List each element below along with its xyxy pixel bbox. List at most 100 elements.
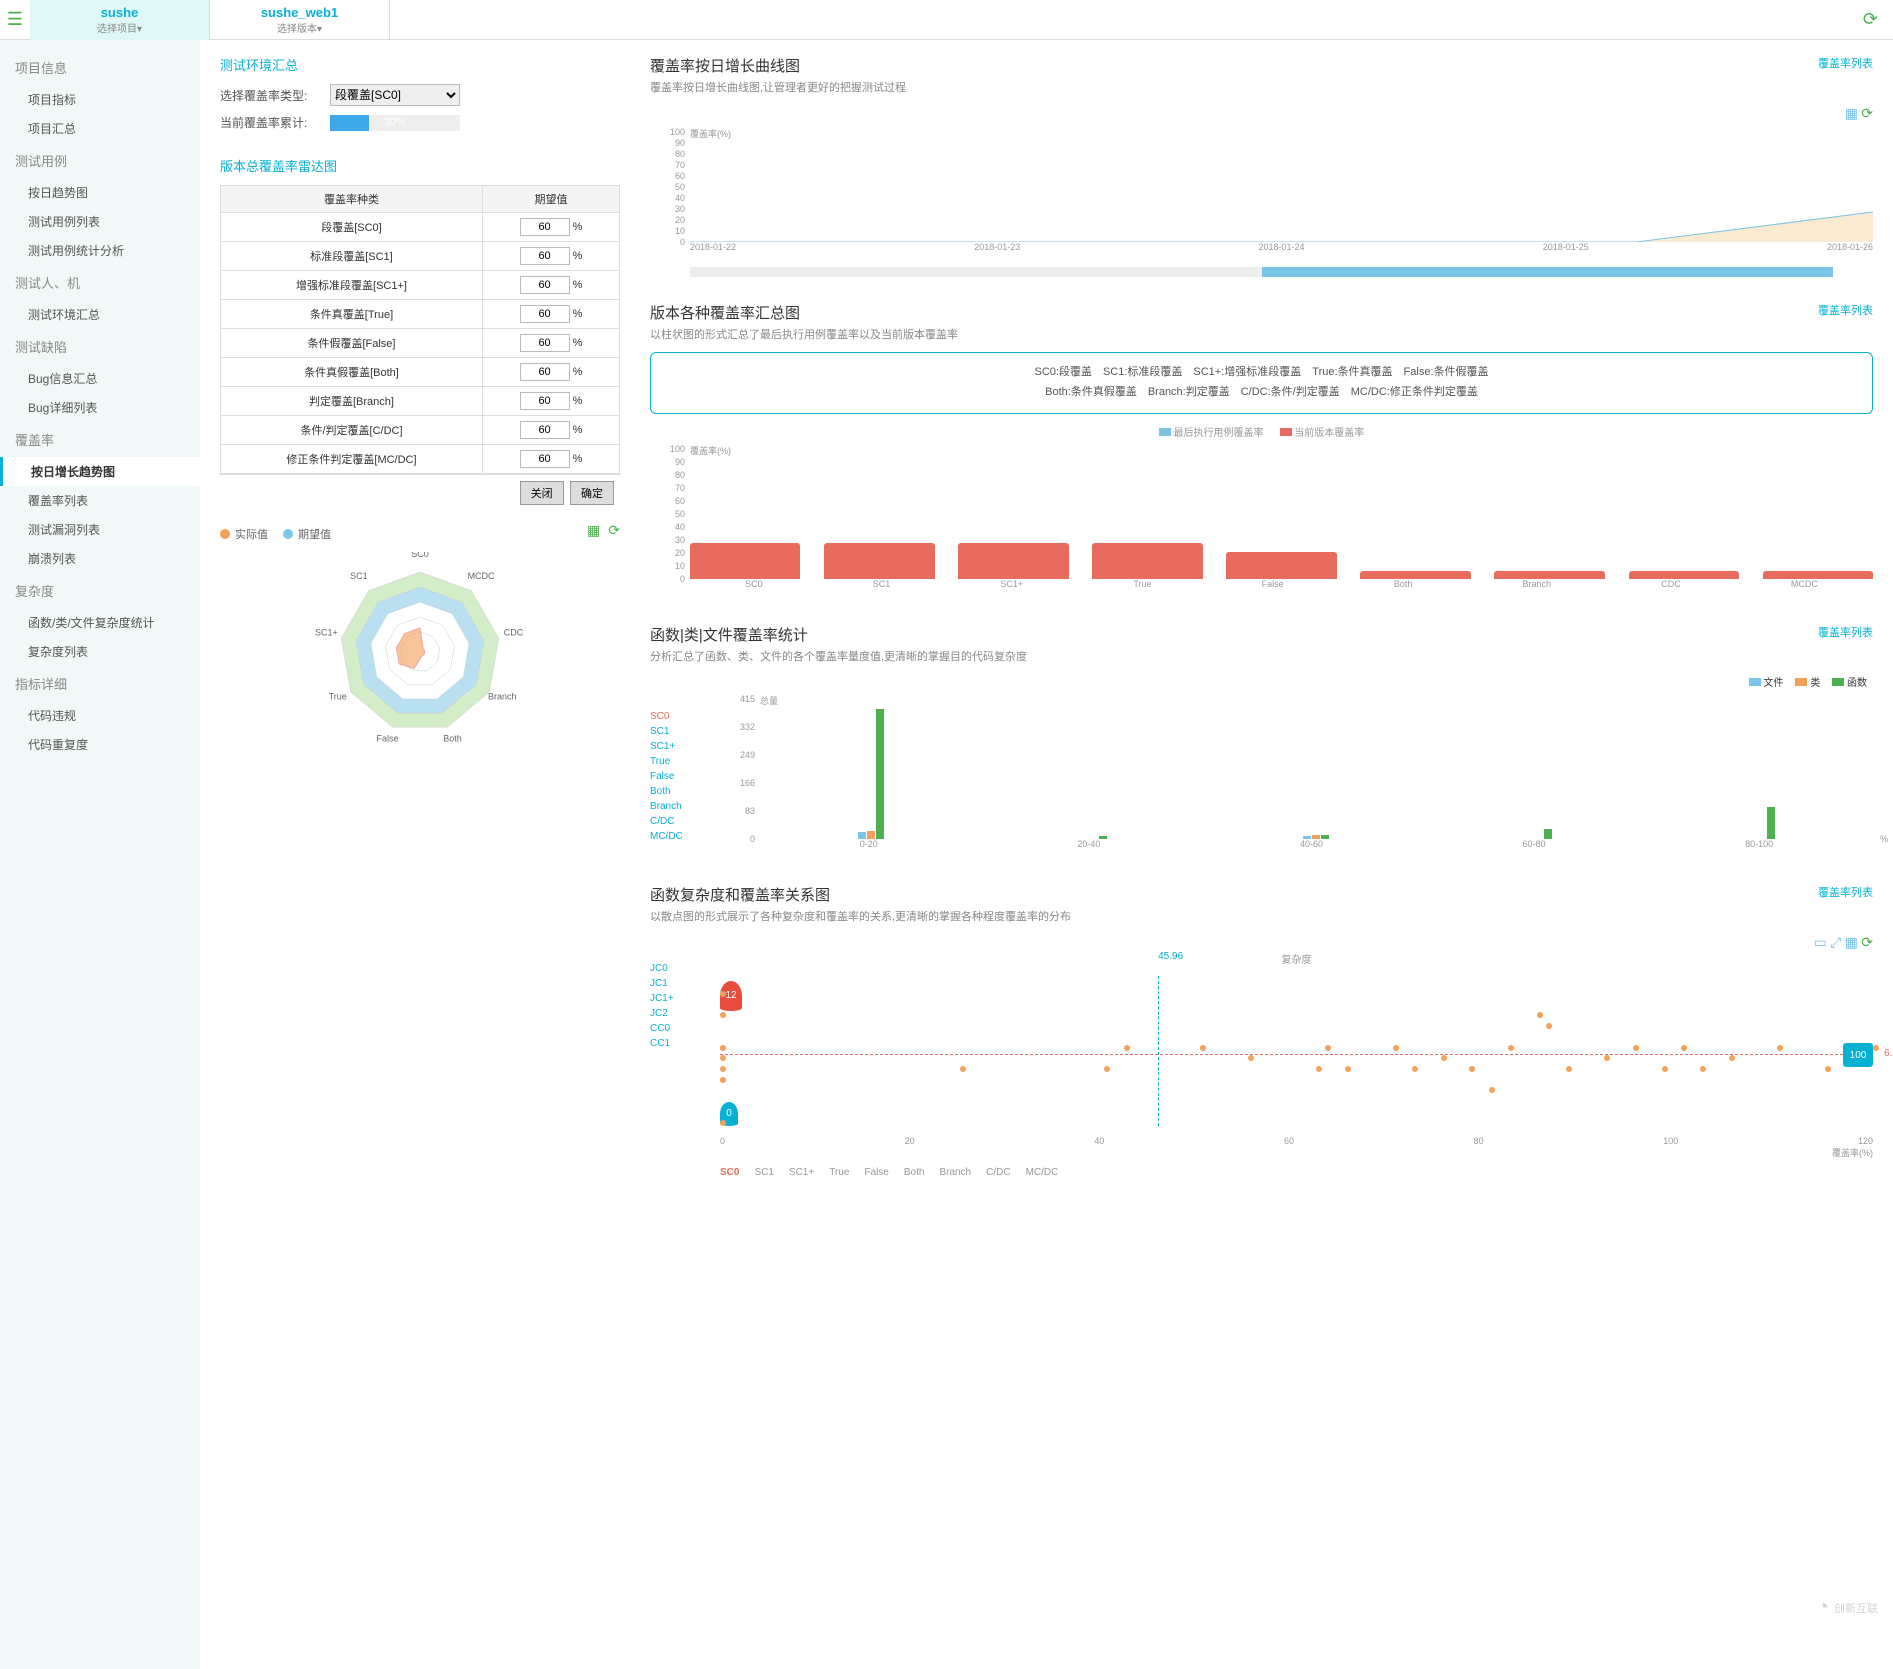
expect-input[interactable] [520, 450, 570, 468]
scatter-tab[interactable]: Both [904, 1167, 925, 1178]
scatter-tab[interactable]: False [864, 1167, 888, 1178]
scatter-point [1124, 1045, 1130, 1051]
scatter-point [1873, 1045, 1879, 1051]
nav-item[interactable]: Bug信息汇总 [0, 364, 200, 393]
histo-side-tabs: SC0SC1SC1+TrueFalseBothBranchC/DCMC/DC [650, 709, 683, 844]
side-tab[interactable]: SC1 [650, 724, 683, 739]
nav-item[interactable]: 代码违规 [0, 701, 200, 730]
side-tab[interactable]: SC0 [650, 709, 683, 724]
project-tab-2[interactable]: sushe_web1 选择版本▾ [210, 0, 390, 40]
refresh-icon[interactable]: ⟳ [1861, 934, 1873, 950]
coverage-list-link[interactable]: 覆盖率列表 [1818, 302, 1873, 318]
nav-item[interactable]: 项目汇总 [0, 114, 200, 143]
scatter-tab[interactable]: SC1 [754, 1167, 773, 1178]
range-slider[interactable] [690, 267, 1833, 277]
scatter-point [1537, 1012, 1543, 1018]
nav-group: 复杂度 [0, 573, 200, 608]
side-tab[interactable]: CC0 [650, 1021, 674, 1036]
legend-item: 期望值 [283, 526, 331, 542]
table-icon[interactable]: ▦ [1845, 934, 1858, 950]
chart-title: 版本各种覆盖率汇总图 [650, 302, 958, 323]
legend-box: SC0:段覆盖 SC1:标准段覆盖 SC1+:增强标准段覆盖 True:条件真覆… [650, 352, 1873, 414]
nav-item[interactable]: Bug详细列表 [0, 393, 200, 422]
select-icon[interactable]: ▭ [1814, 934, 1827, 950]
side-tab[interactable]: JC2 [650, 1006, 674, 1021]
expect-input[interactable] [520, 305, 570, 323]
nav-item[interactable]: 项目指标 [0, 85, 200, 114]
expect-input[interactable] [520, 421, 570, 439]
nav-item[interactable]: 按日增长趋势图 [0, 457, 200, 486]
scatter-point [720, 1077, 726, 1083]
nav-item[interactable]: 代码重复度 [0, 730, 200, 759]
nav-item[interactable]: 测试用例列表 [0, 207, 200, 236]
expect-input[interactable] [520, 247, 570, 265]
svg-text:SC1: SC1 [350, 571, 368, 581]
scatter-side-tabs: JC0JC1JC1+JC2CC0CC1 [650, 961, 674, 1051]
expect-input[interactable] [520, 276, 570, 294]
side-tab[interactable]: JC1 [650, 976, 674, 991]
nav-item[interactable]: 测试环境汇总 [0, 300, 200, 329]
sidebar: 项目信息项目指标项目汇总测试用例按日趋势图测试用例列表测试用例统计分析测试人、机… [0, 40, 200, 1669]
side-tab[interactable]: SC1+ [650, 739, 683, 754]
scatter-point [1412, 1066, 1418, 1072]
scatter-point [1316, 1066, 1322, 1072]
nav-item[interactable]: 覆盖率列表 [0, 486, 200, 515]
expect-input[interactable] [520, 218, 570, 236]
table-icon[interactable]: ▦ [587, 522, 600, 539]
chart-title: 函数复杂度和覆盖率关系图 [650, 884, 1071, 905]
side-tab[interactable]: C/DC [650, 814, 683, 829]
scatter-tab[interactable]: SC1+ [789, 1167, 814, 1178]
nav-item[interactable]: 按日趋势图 [0, 178, 200, 207]
coverage-list-link[interactable]: 覆盖率列表 [1818, 624, 1873, 640]
side-tab[interactable]: CC1 [650, 1036, 674, 1051]
scatter-point [1345, 1066, 1351, 1072]
expect-input[interactable] [520, 363, 570, 381]
row-name: 条件假覆盖[False] [221, 329, 483, 358]
radar-chart: ▦ ⟳ SC0MCDCCDCBranchBothFalseTrueSC1+SC1 [220, 552, 620, 752]
menu-icon[interactable]: ☰ [0, 0, 30, 40]
expect-input[interactable] [520, 392, 570, 410]
close-button[interactable]: 关闭 [520, 481, 564, 505]
scatter-tab[interactable]: True [829, 1167, 849, 1178]
nav-item[interactable]: 崩溃列表 [0, 544, 200, 573]
scatter-tab[interactable]: C/DC [986, 1167, 1010, 1178]
side-tab[interactable]: Branch [650, 799, 683, 814]
refresh-icon[interactable]: ⟳ [1863, 9, 1878, 30]
histo-bar [867, 831, 875, 839]
scatter-point [1325, 1045, 1331, 1051]
nav-item[interactable]: 测试漏洞列表 [0, 515, 200, 544]
expect-input[interactable] [520, 334, 570, 352]
nav-item[interactable]: 函数/类/文件复杂度统计 [0, 608, 200, 637]
bar [1360, 571, 1470, 578]
nav-item[interactable]: 测试用例统计分析 [0, 236, 200, 265]
line-chart-block: 覆盖率按日增长曲线图 覆盖率按日增长曲线图,让管理者更好的把握测试过程 覆盖率列… [650, 55, 1873, 277]
scatter-point [1248, 1055, 1254, 1061]
coverage-list-link[interactable]: 覆盖率列表 [1818, 884, 1873, 900]
chart-desc: 分析汇总了函数、类、文件的各个覆盖率量度值,更清晰的掌握目的代码复杂度 [650, 648, 1027, 664]
histogram-block: 函数|类|文件覆盖率统计 分析汇总了函数、类、文件的各个覆盖率量度值,更清晰的掌… [650, 624, 1873, 859]
scatter-tab[interactable]: MC/DC [1026, 1167, 1059, 1178]
refresh-icon[interactable]: ⟳ [1861, 105, 1873, 121]
coverage-type-select[interactable]: 段覆盖[SC0] [330, 84, 460, 106]
table-icon[interactable]: ▦ [1845, 105, 1858, 121]
side-tab[interactable]: False [650, 769, 683, 784]
refresh-icon[interactable]: ⟳ [608, 522, 620, 539]
side-tab[interactable]: JC0 [650, 961, 674, 976]
side-tab[interactable]: Both [650, 784, 683, 799]
side-tab[interactable]: True [650, 754, 683, 769]
project-tab-1[interactable]: sushe 选择项目▾ [30, 0, 210, 40]
scatter-point [1681, 1045, 1687, 1051]
side-tab[interactable]: JC1+ [650, 991, 674, 1006]
scatter-tab[interactable]: SC0 [720, 1167, 739, 1178]
scatter-block: 函数复杂度和覆盖率关系图 以散点图的形式展示了各种复杂度和覆盖率的关系,更清晰的… [650, 884, 1873, 1178]
confirm-button[interactable]: 确定 [570, 481, 614, 505]
side-tab[interactable]: MC/DC [650, 829, 683, 844]
row-name: 条件真假覆盖[Both] [221, 358, 483, 387]
nav-item[interactable]: 复杂度列表 [0, 637, 200, 666]
scatter-tab[interactable]: Branch [939, 1167, 971, 1178]
svg-text:SC1+: SC1+ [315, 628, 338, 638]
zoom-icon[interactable]: ⤢ [1830, 934, 1841, 950]
coverage-list-link[interactable]: 覆盖率列表 [1818, 55, 1873, 71]
svg-text:True: True [329, 692, 347, 702]
chart-title: 覆盖率按日增长曲线图 [650, 55, 906, 76]
